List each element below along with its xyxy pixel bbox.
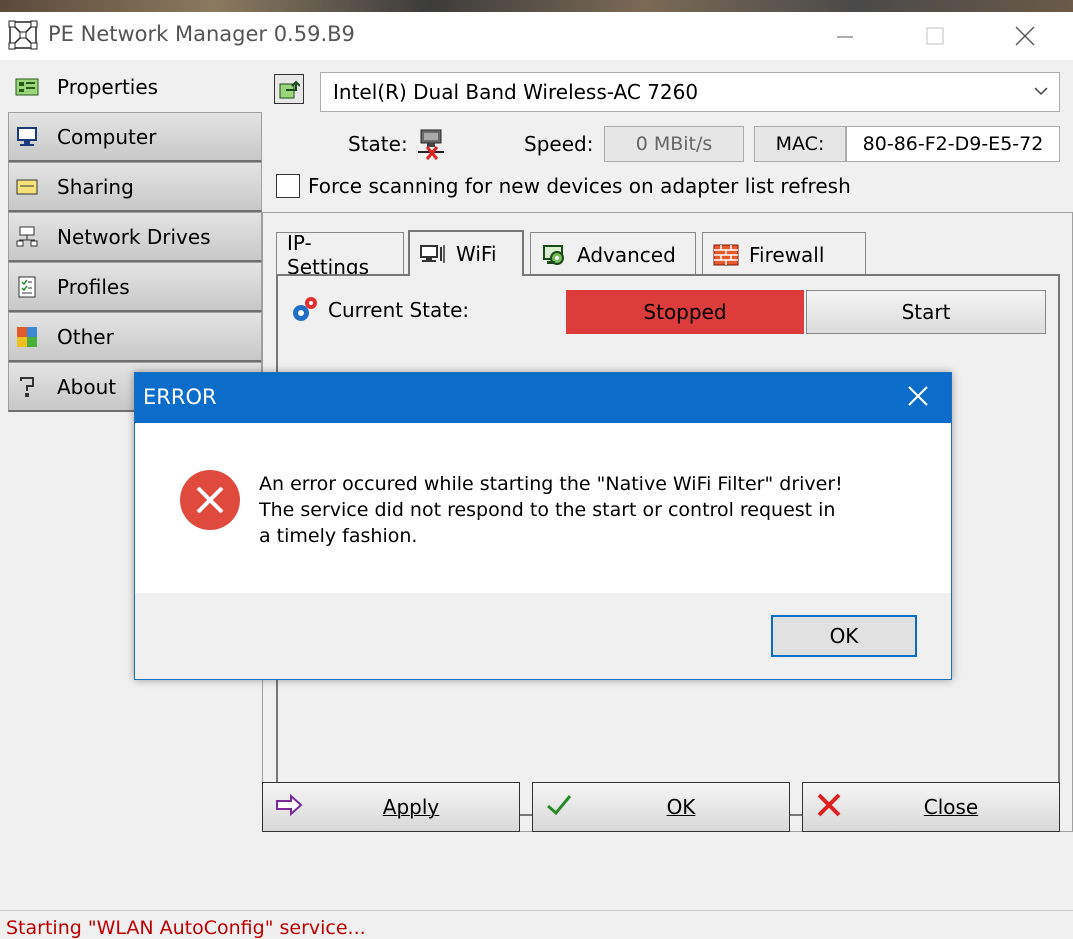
sidebar-item-properties[interactable]: Properties	[8, 62, 262, 112]
wifi-status-indicator: Stopped	[566, 290, 804, 334]
sidebar: Properties Computer Sharing Network Driv…	[8, 62, 262, 412]
error-message-line: a timely fashion.	[259, 525, 418, 547]
minimize-icon	[837, 36, 853, 38]
dialog-title: ERROR	[143, 385, 217, 409]
desktop-background-strip	[0, 0, 1073, 12]
dialog-ok-button[interactable]: OK	[771, 615, 917, 657]
advanced-settings-icon	[541, 242, 567, 268]
dialog-body: An error occured while starting the "Nat…	[135, 423, 951, 593]
error-message-line: The service did not respond to the start…	[259, 499, 836, 521]
sidebar-label: Other	[57, 324, 114, 349]
adapter-select[interactable]: Intel(R) Dual Band Wireless-AC 7260	[320, 72, 1060, 112]
other-icon	[15, 325, 39, 349]
tab-label: WiFi	[456, 242, 497, 266]
mac-address-field[interactable]: 80-86-F2-D9-E5-72	[846, 126, 1060, 162]
status-text: Starting "WLAN AutoConfig" service...	[6, 917, 366, 939]
speed-value-box: 0 MBit/s	[604, 126, 744, 162]
sidebar-label: Properties	[57, 74, 159, 99]
sidebar-label: Network Drives	[57, 224, 211, 249]
sidebar-item-sharing[interactable]: Sharing	[8, 162, 262, 212]
firewall-icon	[713, 242, 739, 268]
sidebar-label: Computer	[57, 124, 157, 149]
computer-icon	[15, 125, 39, 149]
sidebar-item-profiles[interactable]: Profiles	[8, 262, 262, 312]
error-icon	[180, 470, 240, 530]
profiles-icon	[15, 275, 39, 299]
tab-ip-settings[interactable]: IP-Settings	[276, 230, 404, 279]
sidebar-label: About	[57, 374, 117, 399]
minimize-button[interactable]	[810, 12, 880, 60]
tab-firewall[interactable]: Firewall	[702, 232, 866, 276]
title-bar: PE Network Manager 0.59.B9	[0, 12, 1073, 60]
ok-button[interactable]: OK	[532, 782, 790, 832]
arrow-right-icon	[276, 793, 303, 817]
window-title: PE Network Manager 0.59.B9	[48, 22, 355, 46]
network-drives-icon	[15, 225, 39, 249]
chevron-down-icon	[1033, 83, 1049, 103]
status-bar: Starting "WLAN AutoConfig" service...	[0, 910, 1073, 939]
gears-icon	[293, 297, 317, 321]
error-message: An error occured while starting the "Nat…	[259, 471, 919, 549]
error-message-line: An error occured while starting the "Nat…	[259, 473, 843, 495]
close-icon	[1015, 26, 1035, 46]
speed-label: Speed:	[524, 132, 594, 156]
current-state-label: Current State:	[328, 298, 470, 322]
maximize-icon	[926, 27, 944, 45]
wifi-adapter-icon	[420, 241, 446, 267]
mac-label-box: MAC:	[754, 126, 846, 162]
start-wifi-button[interactable]: Start	[806, 290, 1046, 334]
tab-label: IP-Settings	[287, 230, 370, 279]
checkmark-icon	[547, 795, 572, 816]
properties-icon	[15, 75, 39, 99]
tab-label: Firewall	[749, 242, 825, 267]
sidebar-label: Sharing	[57, 174, 134, 199]
network-app-icon	[8, 20, 38, 50]
sidebar-item-network-drives[interactable]: Network Drives	[8, 212, 262, 262]
network-disconnected-icon	[418, 129, 444, 160]
refresh-icon	[279, 80, 300, 99]
close-window-button[interactable]	[990, 12, 1060, 60]
red-x-icon	[817, 793, 841, 817]
sidebar-label: Profiles	[57, 274, 130, 299]
error-dialog: ERROR An error occured while starting th…	[134, 372, 952, 680]
adapter-select-value: Intel(R) Dual Band Wireless-AC 7260	[333, 80, 699, 104]
dialog-title-bar: ERROR	[135, 373, 951, 423]
force-scan-checkbox[interactable]	[276, 174, 300, 198]
sidebar-item-other[interactable]: Other	[8, 312, 262, 362]
dialog-footer: OK	[135, 593, 951, 679]
close-button[interactable]: Close	[802, 782, 1060, 832]
state-label: State:	[348, 132, 408, 156]
tab-advanced[interactable]: Advanced	[530, 232, 696, 276]
refresh-adapters-button[interactable]	[274, 74, 304, 104]
tab-label: Advanced	[577, 242, 676, 267]
sidebar-item-computer[interactable]: Computer	[8, 112, 262, 162]
question-mark-icon	[15, 375, 39, 399]
tab-wifi[interactable]: WiFi	[408, 230, 524, 276]
maximize-button[interactable]	[900, 12, 970, 60]
apply-button[interactable]: Apply	[262, 782, 520, 832]
force-scan-label: Force scanning for new devices on adapte…	[308, 174, 851, 198]
dialog-close-icon[interactable]	[903, 381, 933, 411]
sharing-icon	[15, 175, 39, 199]
